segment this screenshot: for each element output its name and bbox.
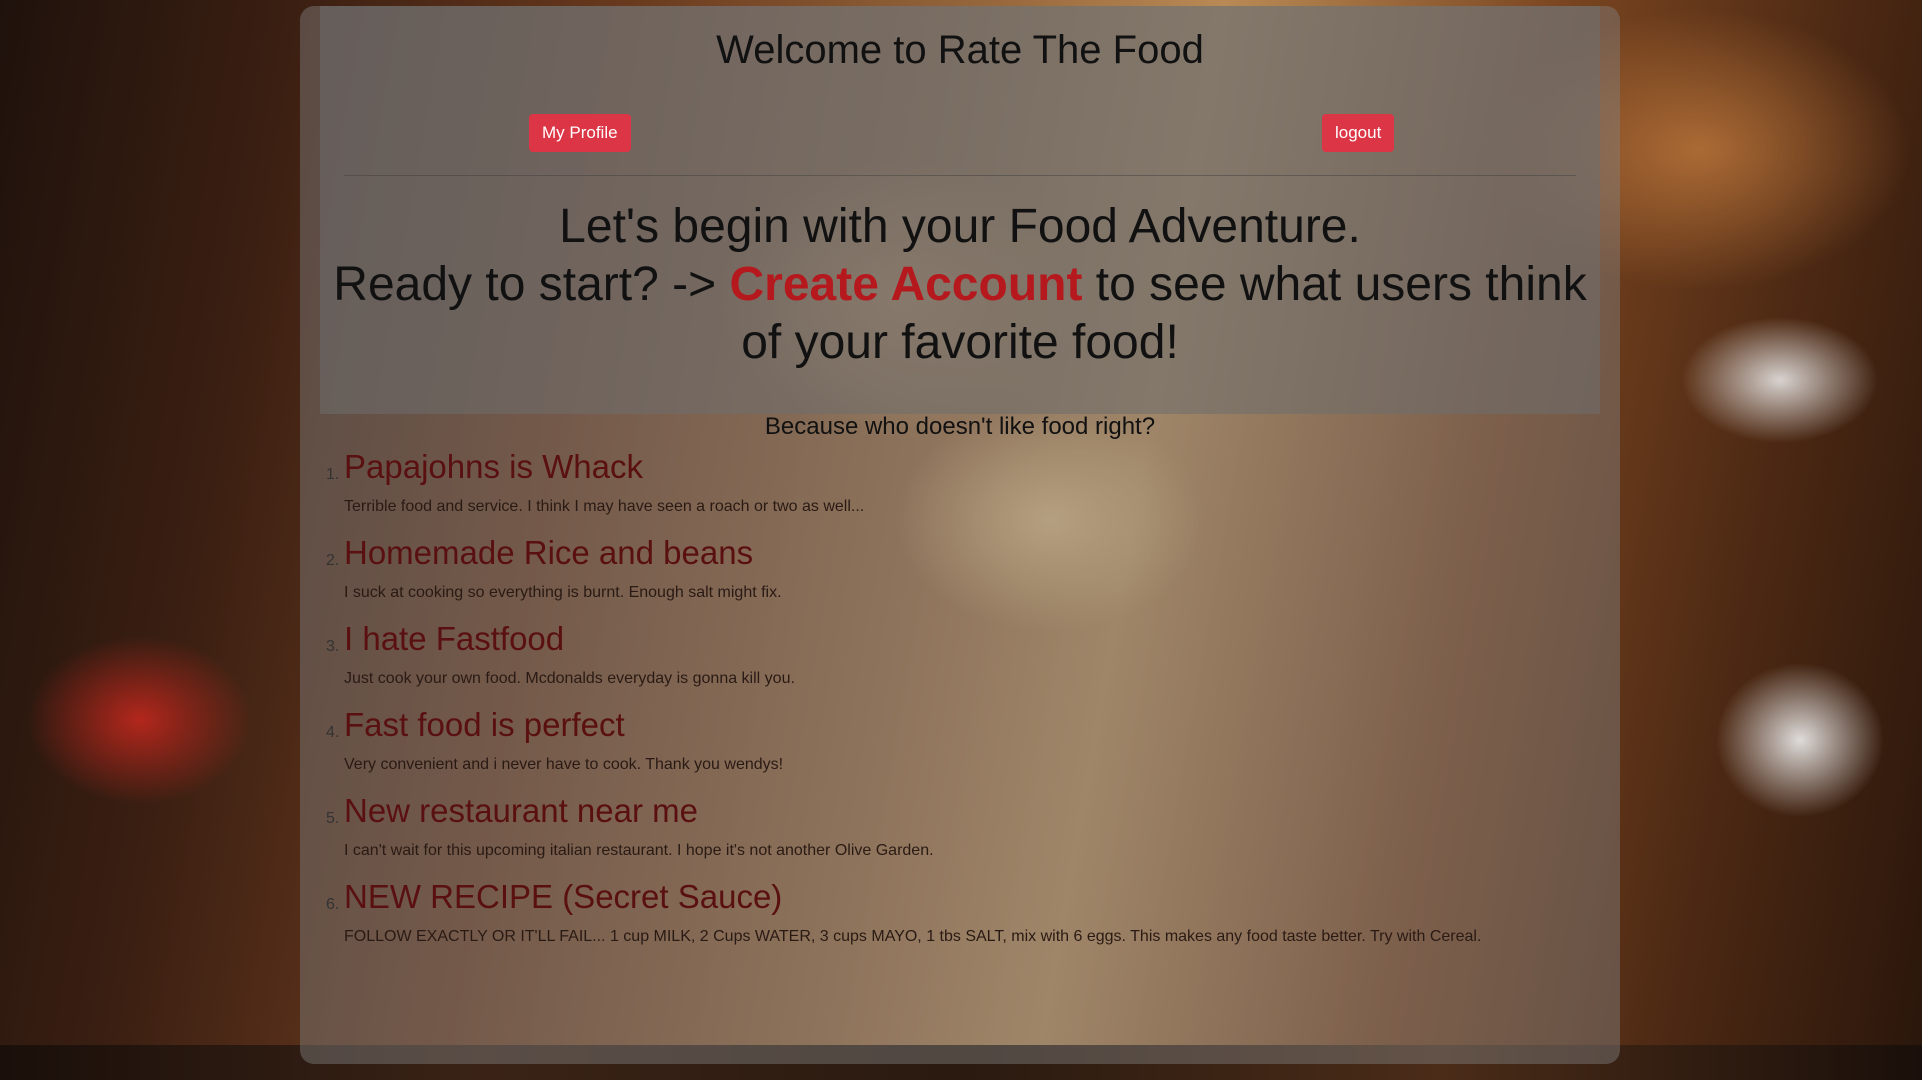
list-item: 5. New restaurant near me I can't wait f… — [326, 792, 1594, 878]
review-body: Just cook your own food. Mcdonalds every… — [344, 670, 795, 687]
list-item-number: 6. — [326, 896, 340, 913]
list-item: 4. Fast food is perfect Very convenient … — [326, 706, 1594, 792]
page-title: Welcome to Rate The Food — [716, 28, 1204, 72]
hero-line-2-prefix: Ready to start? -> — [333, 258, 730, 311]
list-item: 6. NEW RECIPE (Secret Sauce) FOLLOW EXAC… — [326, 878, 1594, 964]
list-item-number: 4. — [326, 724, 340, 741]
list-item-number: 2. — [326, 552, 340, 569]
list-item-number: 1. — [326, 466, 340, 483]
review-title-link[interactable]: I hate Fastfood — [344, 620, 564, 658]
review-title-link[interactable]: Fast food is perfect — [344, 706, 625, 744]
review-body: I suck at cooking so everything is burnt… — [344, 584, 782, 601]
review-body: FOLLOW EXACTLY OR IT'LL FAIL... 1 cup MI… — [344, 928, 1482, 945]
reviews-list: 1. Papajohns is Whack Terrible food and … — [326, 448, 1594, 964]
review-title-link[interactable]: Papajohns is Whack — [344, 448, 643, 486]
list-item-number: 5. — [326, 810, 340, 827]
review-body: I can't wait for this upcoming italian r… — [344, 842, 934, 859]
my-profile-button[interactable]: My Profile — [529, 114, 631, 152]
hero-line-1: Let's begin with your Food Adventure. — [559, 200, 1361, 253]
review-title-link[interactable]: NEW RECIPE (Secret Sauce) — [344, 878, 782, 916]
list-item: 2. Homemade Rice and beans I suck at coo… — [326, 534, 1594, 620]
header-divider — [344, 175, 1576, 176]
review-body: Terrible food and service. I think I may… — [344, 498, 865, 515]
review-title-link[interactable]: Homemade Rice and beans — [344, 534, 753, 572]
list-item: 3. I hate Fastfood Just cook your own fo… — [326, 620, 1594, 706]
review-body: Very convenient and i never have to cook… — [344, 756, 784, 773]
tagline: Because who doesn't like food right? — [764, 413, 1156, 440]
list-item: 1. Papajohns is Whack Terrible food and … — [326, 448, 1594, 534]
logout-button[interactable]: logout — [1322, 114, 1395, 152]
list-item-number: 3. — [326, 638, 340, 655]
hero-text: Let's begin with your Food Adventure. Re… — [320, 198, 1600, 372]
create-account-link[interactable]: Create Account — [729, 258, 1082, 311]
review-title-link[interactable]: New restaurant near me — [344, 792, 698, 830]
